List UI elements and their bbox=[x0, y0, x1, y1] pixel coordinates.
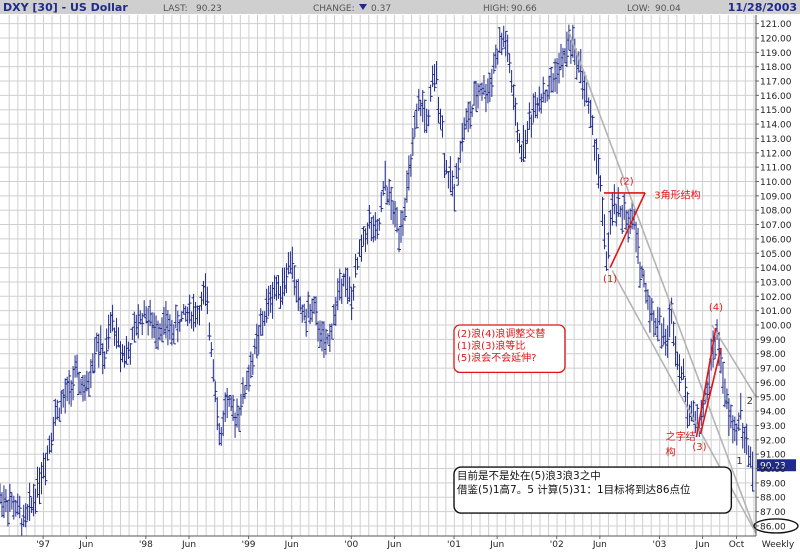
x-tick-label: Jun bbox=[695, 540, 710, 550]
x-tick-label: Oct bbox=[729, 540, 745, 550]
annotation-sub2: 2 bbox=[747, 396, 753, 407]
last-value: 90.23 bbox=[196, 4, 222, 14]
last-label: LAST: bbox=[163, 4, 188, 14]
y-tick-label: 93.00 bbox=[760, 422, 786, 432]
y-tick-label: 97.00 bbox=[760, 365, 786, 375]
y-tick-label: 102.00 bbox=[760, 293, 792, 303]
black-note-line: 目前是不是处在(5)浪3浪3之中 bbox=[457, 469, 601, 482]
annotation-w1: (1) bbox=[603, 274, 617, 285]
chart-root: DXY [30] - US Dollar LAST: 90.23 CHANGE:… bbox=[0, 0, 800, 550]
x-tick-label: '00 bbox=[344, 540, 358, 550]
y-tick-label: 117.00 bbox=[760, 78, 792, 88]
y-tick-label: 96.00 bbox=[760, 379, 786, 389]
y-tick-label: 94.00 bbox=[760, 408, 786, 418]
y-tick-label: 121.00 bbox=[760, 20, 792, 30]
x-tick-label: '97 bbox=[36, 540, 50, 550]
y-tick-label: 111.00 bbox=[760, 164, 792, 174]
y-tick-label: 114.00 bbox=[760, 121, 792, 131]
y-tick-label: 107.00 bbox=[760, 221, 792, 231]
high-label: HIGH: bbox=[483, 4, 509, 14]
low-label: LOW: bbox=[627, 4, 650, 14]
low-value: 90.04 bbox=[655, 4, 681, 14]
period-label: Weekly bbox=[762, 540, 795, 550]
x-tick-label: '03 bbox=[652, 540, 666, 550]
y-tick-label: 100.00 bbox=[760, 322, 792, 332]
y-tick-label: 103.00 bbox=[760, 278, 792, 288]
y-tick-label: 92.00 bbox=[760, 436, 786, 446]
y-tick-label: 104.00 bbox=[760, 264, 792, 274]
red-note-line: (2)浪(4)浪调整交替 bbox=[457, 327, 545, 340]
y-tick-label: 91.00 bbox=[760, 451, 786, 461]
y-tick-label: 116.00 bbox=[760, 92, 792, 102]
y-tick-label: 113.00 bbox=[760, 135, 792, 145]
x-tick-label: Jun bbox=[181, 540, 196, 550]
y-tick-label: 105.00 bbox=[760, 250, 792, 260]
x-tick-label: '98 bbox=[139, 540, 153, 550]
change-value: 0.37 bbox=[371, 4, 391, 14]
y-tick-label: 112.00 bbox=[760, 149, 792, 159]
y-tick-label: 89.00 bbox=[760, 479, 786, 489]
y-tick-label: 87.00 bbox=[760, 508, 786, 518]
red-note-line: (5)浪会不会延伸? bbox=[457, 351, 536, 364]
symbol-title: DXY [30] - US Dollar bbox=[3, 1, 128, 14]
annotation-w4: (4) bbox=[709, 303, 723, 314]
dxy-chart: DXY [30] - US Dollar LAST: 90.23 CHANGE:… bbox=[0, 0, 800, 550]
x-tick-label: '99 bbox=[242, 540, 256, 550]
red-note-line: (1)浪(3)浪等比 bbox=[457, 339, 525, 352]
annotation-w3: (3) bbox=[692, 442, 706, 453]
y-tick-label: 120.00 bbox=[760, 34, 792, 44]
y-tick-label: 118.00 bbox=[760, 63, 792, 73]
annotation-w2: (2) bbox=[619, 176, 633, 187]
x-tick-label: Jun bbox=[386, 540, 401, 550]
y-tick-label: 98.00 bbox=[760, 350, 786, 360]
y-tick-label: 106.00 bbox=[760, 235, 792, 245]
y-tick-label: 101.00 bbox=[760, 307, 792, 317]
header-date: 11/28/2003 bbox=[728, 1, 797, 14]
y-tick-label: 115.00 bbox=[760, 106, 792, 116]
y-tick-label: 88.00 bbox=[760, 494, 786, 504]
y-tick-label: 109.00 bbox=[760, 192, 792, 202]
x-tick-label: Jun bbox=[489, 540, 504, 550]
change-label: CHANGE: bbox=[313, 4, 355, 14]
y-tick-label: 110.00 bbox=[760, 178, 792, 188]
y-tick-label: 99.00 bbox=[760, 336, 786, 346]
y-tick-label: 108.00 bbox=[760, 207, 792, 217]
annotation-zhi2: 构 bbox=[666, 446, 676, 459]
y-tick-label: 86.00 bbox=[760, 522, 786, 532]
annotation-sub1: 1 bbox=[736, 456, 742, 467]
y-tick-label: 95.00 bbox=[760, 393, 786, 403]
high-value: 90.66 bbox=[511, 4, 537, 14]
x-tick-label: Jun bbox=[78, 540, 93, 550]
annotation-zhi1: 之字结 bbox=[666, 430, 696, 443]
x-tick-label: '01 bbox=[447, 540, 461, 550]
x-tick-label: Jun bbox=[284, 540, 299, 550]
x-tick-label: '02 bbox=[550, 540, 564, 550]
annotation-tri: 3角形结构 bbox=[654, 189, 700, 202]
black-note-line: 借鉴(5)1高7。5 计算(5)31：1目标将到达86点位 bbox=[457, 483, 691, 496]
x-tick-label: Jun bbox=[592, 540, 607, 550]
y-tick-label: 90.00 bbox=[760, 465, 786, 475]
y-tick-label: 119.00 bbox=[760, 49, 792, 59]
